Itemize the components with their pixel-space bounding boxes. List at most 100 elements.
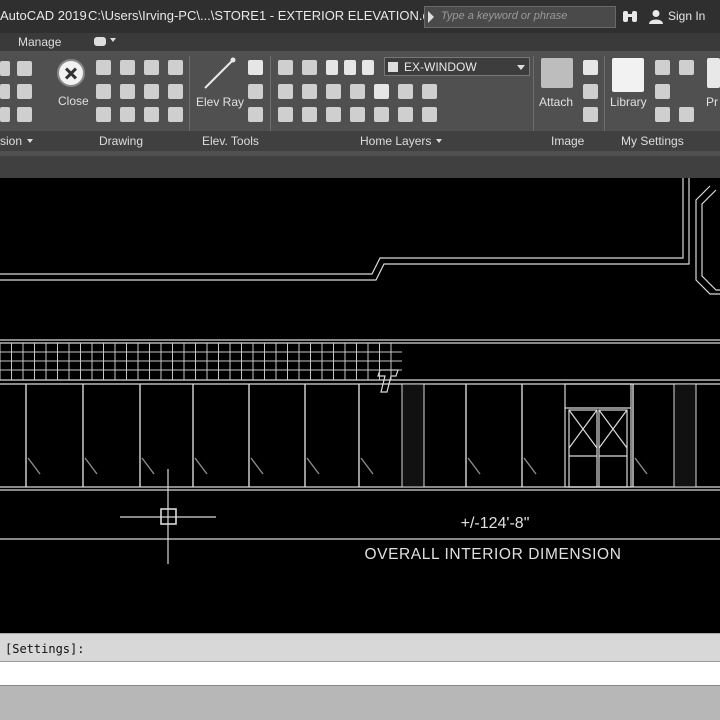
drawing-tool-icon[interactable]: [96, 107, 111, 122]
drawing-tool-icon[interactable]: [168, 107, 183, 122]
drawing-canvas[interactable]: +/-124'-8" OVERALL INTERIOR DIMENSION: [0, 178, 720, 633]
elev-ray-label: Elev Ray: [196, 95, 245, 109]
ribbon-panel-titles: sion Drawing Elev. Tools Home Layers Ima…: [0, 131, 720, 151]
autocad-window: AutoCAD 2019 C:\Users\Irving-PC\...\STOR…: [0, 0, 720, 720]
panel-title-my-settings: My Settings: [621, 134, 684, 148]
ribbon-tab-row: Manage: [0, 33, 720, 51]
pilaster: [673, 383, 697, 488]
layer-tool-icon[interactable]: [374, 84, 389, 99]
layer-dropdown-value: EX-WINDOW: [404, 60, 477, 74]
glass-hatch: [306, 457, 320, 475]
awning-grid: [0, 343, 402, 380]
tool-icon[interactable]: [0, 84, 10, 99]
drawing-tool-icon[interactable]: [120, 107, 135, 122]
tab-manage[interactable]: Manage: [18, 35, 61, 49]
settings-tool-icon[interactable]: [655, 60, 670, 75]
tool-icon[interactable]: [17, 84, 32, 99]
sun-icon[interactable]: [344, 60, 356, 75]
layer-tool-icon[interactable]: [278, 107, 293, 122]
drawing-tool-icon[interactable]: [168, 60, 183, 75]
layer-tool-icon[interactable]: [326, 84, 341, 99]
layer-tool-icon[interactable]: [302, 84, 317, 99]
tool-icon[interactable]: [17, 107, 32, 122]
glass-hatch: [141, 457, 155, 475]
chevron-down-icon: [517, 65, 525, 70]
user-icon[interactable]: [648, 9, 664, 24]
title-bar: AutoCAD 2019 C:\Users\Irving-PC\...\STOR…: [0, 0, 720, 33]
ornament-outline-inner: [701, 189, 720, 291]
chevron-down-icon[interactable]: [27, 139, 33, 143]
drawing-tool-icon[interactable]: [144, 84, 159, 99]
drawing-tool-icon[interactable]: [144, 60, 159, 75]
glass-hatch: [467, 457, 481, 475]
parapet-line-inner: [0, 178, 690, 281]
search-box[interactable]: Type a keyword or phrase: [424, 6, 616, 28]
panel-title-elev-tools: Elev. Tools: [202, 134, 259, 148]
elev-tool-icon[interactable]: [248, 107, 263, 122]
attach-image-icon[interactable]: [541, 58, 573, 88]
tool-icon[interactable]: [0, 107, 10, 122]
layer-properties-icon[interactable]: [278, 60, 293, 75]
settings-tool-icon[interactable]: [655, 84, 670, 99]
command-input[interactable]: [0, 661, 720, 685]
layer-tool-icon[interactable]: [398, 84, 413, 99]
viewport-header: [0, 156, 720, 178]
binoculars-icon[interactable]: [622, 9, 638, 24]
door-left: [568, 409, 598, 488]
library-icon[interactable]: [612, 58, 644, 92]
library-label: Library: [610, 95, 647, 109]
door-right: [598, 409, 628, 488]
drawing-tool-icon[interactable]: [168, 84, 183, 99]
parapet-line: [0, 178, 684, 275]
tool-icon[interactable]: [0, 61, 10, 76]
image-tool-icon[interactable]: [583, 60, 598, 75]
ribbon-toggle-icon[interactable]: [94, 37, 106, 46]
glass-hatch: [194, 457, 208, 475]
drawing-tool-icon[interactable]: [96, 84, 111, 99]
drawing-tool-icon[interactable]: [120, 84, 135, 99]
settings-tool-icon[interactable]: [655, 107, 670, 122]
search-placeholder: Type a keyword or phrase: [441, 10, 568, 22]
layer-tool-icon[interactable]: [350, 84, 365, 99]
layer-tool-icon[interactable]: [302, 107, 317, 122]
layer-tool-icon[interactable]: [422, 84, 437, 99]
command-history: [Settings]:: [0, 633, 720, 661]
layer-tool-icon[interactable]: [326, 107, 341, 122]
glass-hatch: [523, 457, 537, 475]
layer-tool-icon[interactable]: [278, 84, 293, 99]
drawing-tool-icon[interactable]: [120, 60, 135, 75]
layer-tool-icon[interactable]: [350, 107, 365, 122]
panel-title-home-layers[interactable]: Home Layers: [360, 134, 431, 148]
partial-tool-icon[interactable]: [707, 58, 720, 88]
pilasters: [401, 383, 697, 488]
chevron-down-icon[interactable]: [110, 38, 116, 42]
tool-icon[interactable]: [17, 61, 32, 76]
search-arrow-icon[interactable]: [428, 11, 434, 23]
panel-title-partial[interactable]: sion: [0, 134, 22, 148]
layer-dropdown[interactable]: EX-WINDOW: [384, 57, 530, 76]
elev-tool-icon[interactable]: [248, 84, 263, 99]
command-prompt: [Settings]:: [5, 642, 85, 656]
glass-hatch: [27, 457, 41, 475]
lock-icon[interactable]: [362, 60, 374, 75]
layer-tool-icon[interactable]: [398, 107, 413, 122]
elev-tool-icon[interactable]: [248, 60, 263, 75]
partial-tool-label: Pr: [706, 95, 718, 109]
dimension-label: OVERALL INTERIOR DIMENSION: [364, 546, 621, 563]
sign-in-link[interactable]: Sign In: [668, 9, 705, 23]
layer-tool-icon[interactable]: [374, 107, 389, 122]
bulb-icon[interactable]: [326, 60, 338, 75]
image-tool-icon[interactable]: [583, 107, 598, 122]
dimension-value: +/-124'-8": [461, 515, 530, 532]
image-tool-icon[interactable]: [583, 84, 598, 99]
close-button[interactable]: [57, 59, 85, 87]
drawing-tool-icon[interactable]: [144, 107, 159, 122]
elev-ray-icon[interactable]: [202, 57, 236, 91]
settings-tool-icon[interactable]: [679, 107, 694, 122]
layer-tool-icon[interactable]: [302, 60, 317, 75]
window-mullions: [25, 384, 648, 487]
layer-tool-icon[interactable]: [422, 107, 437, 122]
chevron-down-icon[interactable]: [436, 139, 442, 143]
drawing-tool-icon[interactable]: [96, 60, 111, 75]
settings-tool-icon[interactable]: [679, 60, 694, 75]
